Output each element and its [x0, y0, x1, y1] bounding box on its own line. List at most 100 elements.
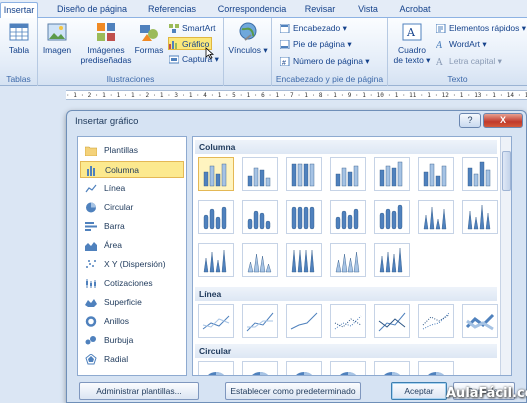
svg-text:A: A — [436, 58, 443, 66]
group-ilustraciones: Imagen Imágenes prediseñadas Formas Smar… — [38, 18, 224, 86]
category-plantillas[interactable]: Plantillas — [80, 142, 184, 159]
category-radial[interactable]: Radial — [80, 351, 184, 368]
dialog-title: Insertar gráfico — [75, 116, 139, 127]
letra-capital-button[interactable]: A Letra capital ▾ — [436, 55, 502, 68]
column-chart-thumb[interactable] — [242, 200, 278, 234]
group-texto: A Cuadro de texto ▾ Elementos rápidos ▾ … — [388, 18, 527, 86]
close-button[interactable]: X — [483, 113, 523, 128]
ruler: · 1 · 2 · 1 · 1 · 1 · 2 · 1 · 3 · 1 · 4 … — [0, 86, 527, 104]
line-chart-thumb[interactable] — [198, 304, 234, 338]
category-superficie[interactable]: Superficie — [80, 294, 184, 311]
smartart-label: SmartArt — [182, 23, 216, 33]
category-anillos[interactable]: Anillos — [80, 313, 184, 330]
category-barra[interactable]: Barra — [80, 218, 184, 235]
imagenes-label-1: Imágenes — [87, 45, 125, 55]
category-burbuja[interactable]: Burbuja — [80, 332, 184, 349]
help-button[interactable]: ? — [459, 113, 481, 128]
column-chart-thumb[interactable] — [286, 200, 322, 234]
line-chart-thumb[interactable] — [418, 304, 454, 338]
pie-label: Pie de página — [293, 39, 345, 49]
tab-referencias[interactable]: Referencias — [140, 2, 204, 18]
column-chart-thumb[interactable] — [198, 200, 234, 234]
wordart-button[interactable]: A WordArt ▾ — [436, 38, 487, 51]
column-chart-thumb[interactable] — [462, 200, 498, 234]
globe-link-icon — [239, 22, 257, 41]
aceptar-button[interactable]: Aceptar — [391, 382, 447, 400]
category-label: Burbuja — [104, 335, 134, 345]
column-chart-thumb[interactable] — [286, 243, 322, 277]
group-encabezado: Encabezado ▾ Pie de página ▾ # Número de … — [272, 18, 388, 86]
line-chart-thumb[interactable] — [242, 304, 278, 338]
imagen-button[interactable]: Imagen — [42, 21, 72, 55]
numero-pagina-button[interactable]: # Número de página ▾ — [280, 55, 370, 68]
category-label: Plantillas — [104, 145, 139, 155]
tab-acrobat[interactable]: Acrobat — [393, 2, 437, 18]
chart-gallery: Columna Línea Circular — [192, 136, 512, 376]
scrollbar-thumb[interactable] — [502, 151, 511, 191]
column-chart-thumb[interactable] — [330, 200, 366, 234]
bar-chart-icon — [85, 222, 97, 231]
pie-pagina-button[interactable]: Pie de página ▾ — [280, 38, 352, 51]
pie-chart-thumb[interactable] — [242, 361, 278, 375]
column-chart-thumb[interactable] — [418, 157, 454, 191]
column-chart-thumb[interactable] — [198, 157, 234, 191]
tab-revisar[interactable]: Revisar — [300, 2, 340, 18]
tabla-button[interactable]: Tabla — [4, 21, 34, 55]
imagenes-prediseñadas-button[interactable]: Imágenes prediseñadas — [78, 21, 134, 65]
column-chart-thumb[interactable] — [198, 243, 234, 277]
category-label: X Y (Dispersión) — [104, 259, 166, 269]
pie-chart-thumb[interactable] — [198, 361, 234, 375]
column-chart-thumb[interactable] — [330, 243, 366, 277]
administrar-plantillas-button[interactable]: Administrar plantillas... — [79, 382, 199, 400]
smartart-button[interactable]: SmartArt — [169, 22, 216, 35]
category-label: Anillos — [104, 316, 130, 326]
tab-vista[interactable]: Vista — [352, 2, 384, 18]
chart-icon — [169, 41, 177, 50]
radar-chart-icon — [85, 354, 97, 365]
column-chart-thumb[interactable] — [418, 200, 454, 234]
vinculos-button[interactable]: Vínculos ▾ — [228, 21, 268, 55]
column-chart-thumb[interactable] — [462, 157, 498, 191]
tab-diseno-pagina[interactable]: Diseño de página — [48, 2, 136, 18]
tab-correspondencia[interactable]: Correspondencia — [212, 2, 292, 18]
establecer-predeterminado-button[interactable]: Establecer como predeterminado — [225, 382, 361, 400]
column-chart-thumb[interactable] — [374, 157, 410, 191]
pie-chart-thumb[interactable] — [286, 361, 322, 375]
category-area[interactable]: Área — [80, 237, 184, 254]
column-chart-thumb[interactable] — [286, 157, 322, 191]
group-tablas: Tabla Tablas — [0, 18, 38, 86]
imagen-label: Imagen — [42, 45, 72, 55]
category-linea[interactable]: Línea — [80, 180, 184, 197]
category-label: Línea — [104, 183, 126, 193]
pie-chart-thumb[interactable] — [330, 361, 366, 375]
screenshot-icon — [169, 55, 179, 64]
column-chart-thumb[interactable] — [242, 243, 278, 277]
column-chart-thumb[interactable] — [374, 243, 410, 277]
line-chart-thumb[interactable] — [330, 304, 366, 338]
pie-chart-thumb[interactable] — [374, 361, 410, 375]
column-chart-thumb[interactable] — [242, 157, 278, 191]
category-columna[interactable]: Columna — [80, 161, 184, 178]
pie-chart-thumb[interactable] — [418, 361, 454, 375]
gallery-scrollbar[interactable] — [500, 137, 511, 375]
horizontal-ruler[interactable]: · 1 · 2 · 1 · 1 · 1 · 2 · 1 · 3 · 1 · 4 … — [66, 90, 527, 100]
column-chart-thumb[interactable] — [374, 200, 410, 234]
tab-insertar[interactable]: Insertar — [0, 2, 38, 19]
column-chart-thumb[interactable] — [330, 157, 366, 191]
category-dispersion[interactable]: X Y (Dispersión) — [80, 256, 184, 273]
stock-chart-icon — [86, 279, 96, 288]
line-chart-thumb[interactable] — [462, 304, 498, 338]
area-chart-icon — [85, 242, 97, 251]
encabezado-button[interactable]: Encabezado ▾ — [280, 22, 347, 35]
line-chart-thumb[interactable] — [286, 304, 322, 338]
cuadro-texto-button[interactable]: A Cuadro de texto ▾ — [392, 21, 432, 65]
category-circular[interactable]: Circular — [80, 199, 184, 216]
line-chart-thumb[interactable] — [374, 304, 410, 338]
header-icon — [280, 24, 290, 34]
category-cotizaciones[interactable]: Cotizaciones — [80, 275, 184, 292]
elementos-rapidos-button[interactable]: Elementos rápidos ▾ — [436, 22, 526, 35]
drop-cap-icon: A — [436, 58, 443, 66]
category-label: Área — [104, 240, 122, 250]
category-label: Barra — [104, 221, 125, 231]
formas-button[interactable]: Formas — [134, 21, 164, 55]
